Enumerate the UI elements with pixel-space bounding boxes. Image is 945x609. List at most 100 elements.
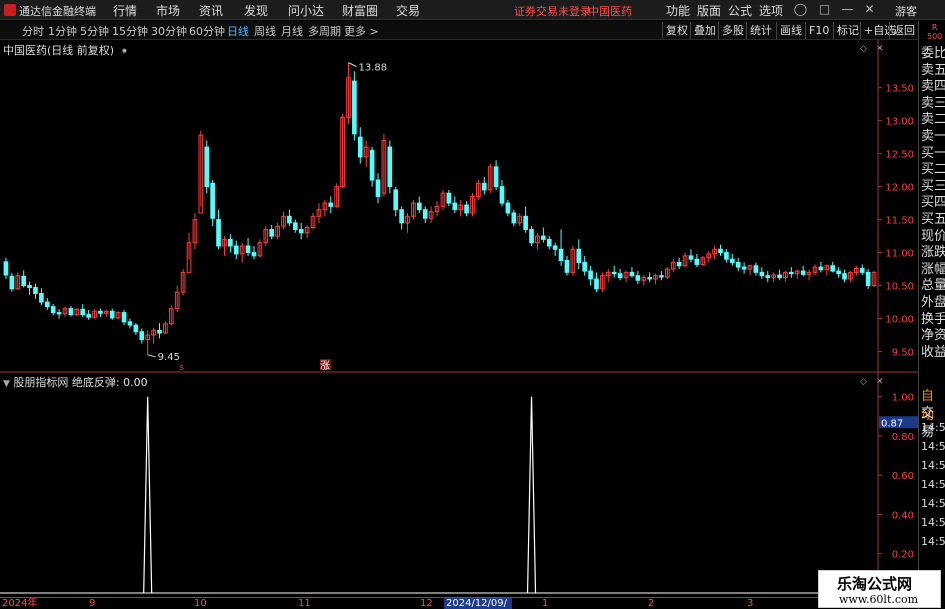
menu-item-trade[interactable]: 交易 [396,2,420,19]
candle-up [653,275,658,280]
candle-down [481,182,487,191]
candle-down [251,252,257,257]
menu-item-wealth-circle[interactable]: 财富圈 [342,2,378,19]
menu-item-news[interactable]: 资讯 [199,2,223,19]
candle-down [718,248,723,254]
quote-label: 委比 [921,46,945,61]
menu-item-ask-xiaoda[interactable]: 问小达 [288,2,324,19]
candle-down [387,146,393,188]
candle-up [263,228,269,244]
window-restore-icon[interactable]: □ [817,2,832,17]
trade-time: 14:56 [921,478,945,491]
date-label: 2024年 [2,598,38,609]
minimize-icon[interactable]: — [840,2,855,17]
candle-up [322,202,328,211]
period-daily[interactable]: 日线 [227,23,249,39]
indicator-name: 绝底反弹 [71,376,116,389]
candle-up [222,238,227,247]
candle-down [3,261,9,276]
candle-down [588,270,593,280]
menu-item-formula[interactable]: 公式 [728,2,752,19]
quote-label: 卖二 [921,112,945,128]
sub-chart-header[interactable]: ▼ 股朋指标网 绝底反弹: 0.00 [3,374,148,390]
user-icon[interactable]: ◯ [793,2,808,17]
candle-down [765,275,771,279]
period-15min[interactable]: 15分钟 [112,23,148,39]
candle-down [818,266,824,271]
candle-up [812,266,818,273]
cursor-date: 2024/12/09/— [444,598,512,609]
stock-title: 中国医药 [588,5,632,18]
adjust-button[interactable]: 复权 [662,22,691,39]
candle-down [629,271,635,277]
candle-up [281,215,286,227]
candle-down [564,259,570,273]
period-monthly[interactable]: 月线 [281,23,303,39]
period-5min[interactable]: 5分钟 [80,23,109,39]
period-tick[interactable]: 分时 [22,23,44,39]
candle-down [594,278,599,290]
candle-up [794,270,800,275]
candle-down [576,248,582,263]
menu-item-layout[interactable]: 版面 [697,2,721,19]
close-icon[interactable]: ✕ [862,2,877,17]
main-chart-title: 中国医药(日线 前复权) [3,44,115,57]
period-weekly[interactable]: 周线 [254,23,276,39]
candle-up [665,268,670,278]
candle-down [375,179,381,198]
mark-button[interactable]: 标记 [833,22,862,39]
quote-label: 卖五 [921,62,945,78]
login-status[interactable]: 证券交易未登录 [514,3,591,19]
diamond-icon[interactable]: ◇ [860,377,867,387]
guest-user[interactable]: 游客 [895,3,917,19]
indicator-dropdown-icon[interactable]: ▼ [3,379,10,389]
candle-up [871,271,877,287]
candle-up [476,182,481,198]
menu-item-discover[interactable]: 发现 [244,2,268,19]
overlay-button[interactable]: 叠加 [690,22,719,39]
multi-stock-button[interactable]: 多股 [718,22,747,39]
back-button[interactable]: 返回 [889,22,918,39]
menu-item-functions[interactable]: 功能 [666,2,690,19]
quote-label: 买一 [921,145,945,161]
period-more[interactable]: 更多 > [344,23,379,39]
settings-circle-icon[interactable]: ⚫ [121,47,129,57]
close-pane-icon[interactable]: ✕ [876,44,884,54]
quote-panel: R 500 委比 卖五 卖四 卖三 卖二 卖一 买一 买二 买三 买四 买五 现价 涨跌 涨幅 总量 外盘 换手净… [918,21,945,609]
indicator-tick-label: 0.20 [892,550,914,561]
candle-down [86,314,91,318]
quote-label: 买五 [921,212,945,227]
date-label: 1 [542,598,549,609]
period-30min[interactable]: 30分钟 [151,23,187,39]
quote-label: 买四 [921,195,945,211]
period-60min[interactable]: 60分钟 [189,23,225,39]
candle-up [174,291,180,310]
candle-up [363,146,369,158]
price-tick-label: 13.50 [885,84,914,95]
main-chart-header[interactable]: 中国医药(日线 前复权) ⚫ [3,42,128,58]
diamond-icon[interactable]: ◇ [860,44,867,54]
candle-down [753,265,759,273]
candle-down [68,308,74,316]
quote-label: 买二 [921,162,945,178]
signal-marker-s: s [179,363,184,373]
candle-up [346,77,351,118]
draw-line-button[interactable]: 画线 [776,22,805,39]
candle-up [62,308,68,315]
price-tick-label: 9.50 [892,348,914,359]
f10-button[interactable]: F10 [805,22,832,39]
statistics-button[interactable]: 统计 [746,22,775,39]
candle-up [458,204,463,211]
candle-up [747,265,753,270]
menu-item-options[interactable]: 选项 [759,2,783,19]
menu-item-market[interactable]: 市场 [156,2,180,19]
zhang-marker: 涨 [320,360,330,372]
menu-item-quotes[interactable]: 行情 [113,2,137,19]
period-1min[interactable]: 1分钟 [48,23,77,39]
close-pane-icon[interactable]: ✕ [876,377,884,387]
kline-chart[interactable]: 9.5010.0010.5011.0011.5012.0012.5013.001… [0,0,945,609]
indicator-value: 0.00 [123,376,148,389]
candle-up [74,308,80,316]
candle-up [316,209,322,217]
period-multi[interactable]: 多周期 [308,23,341,39]
